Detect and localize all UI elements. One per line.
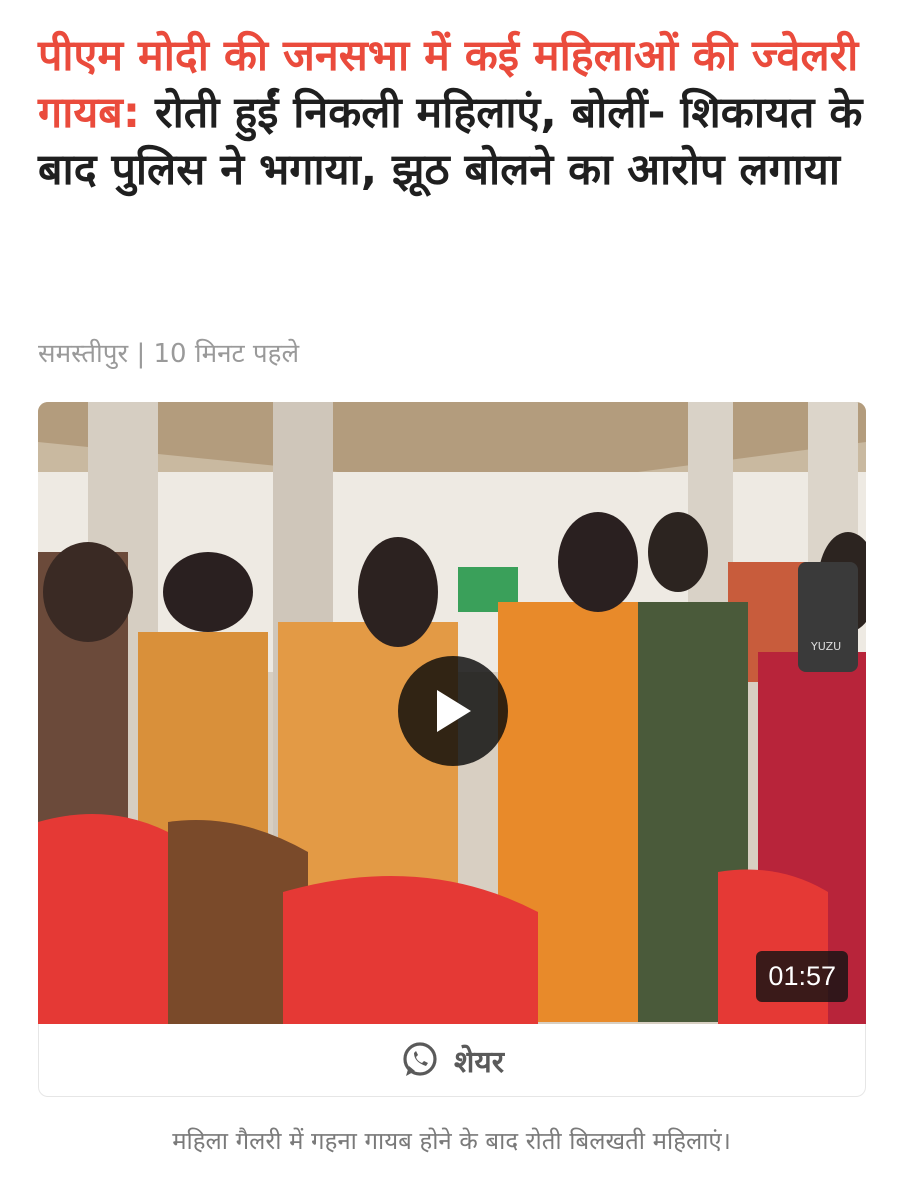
article-meta: समस्तीपुर | 10 मिनट पहले	[38, 339, 300, 369]
chair-text: YUZU	[810, 640, 841, 653]
headline-rest: रोती हुईं निकली महिलाएं, बोलीं- शिकायत क…	[38, 88, 863, 196]
play-button[interactable]	[398, 656, 508, 766]
share-label: शेयर	[453, 1044, 505, 1080]
article-headline: पीएम मोदी की जनसभा में कई महिलाओं की ज्व…	[38, 28, 868, 200]
share-button[interactable]: शेयर	[38, 1024, 866, 1097]
whatsapp-icon	[403, 1042, 437, 1076]
play-icon	[437, 690, 471, 732]
video-duration: 01:57	[756, 951, 848, 1002]
image-caption: महिला गैलरी में गहना गायब होने के बाद रो…	[172, 1127, 731, 1155]
video-player[interactable]: YUZU 01:57	[38, 402, 866, 1024]
